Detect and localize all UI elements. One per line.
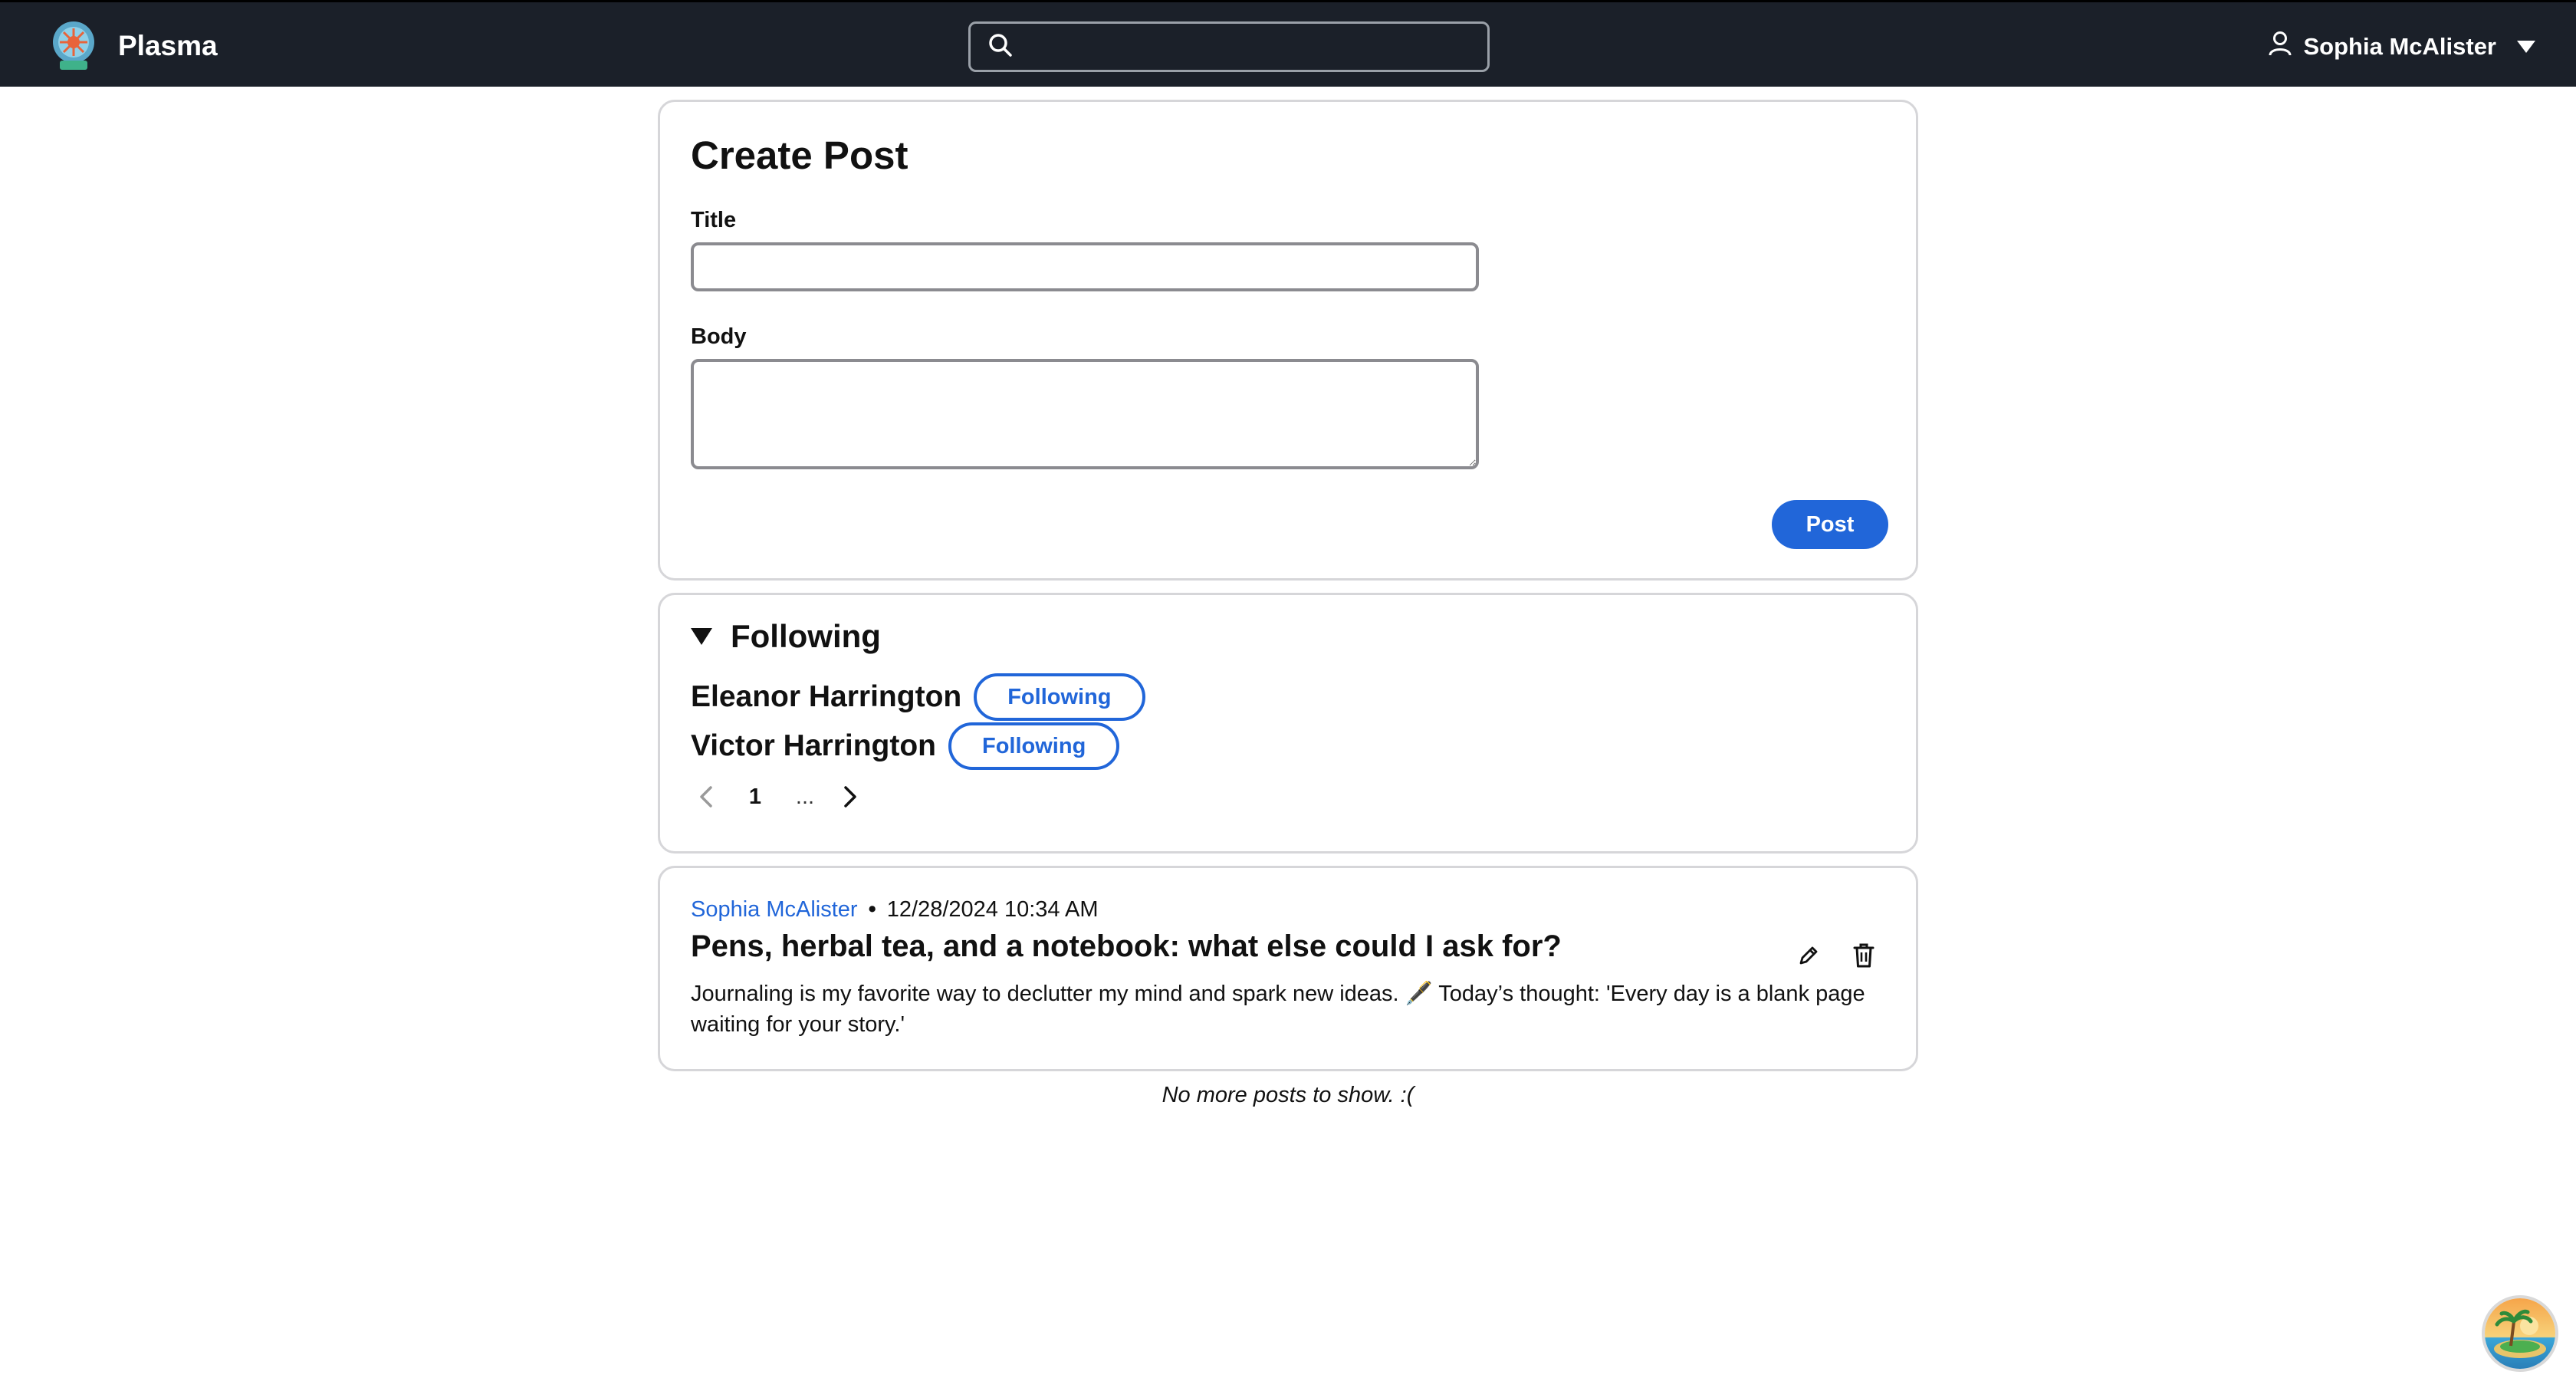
caret-down-icon	[2516, 33, 2536, 61]
following-card: Following Eleanor Harrington Following V…	[658, 593, 1918, 854]
feed-end-message: No more posts to show. :(	[1162, 1083, 1414, 1107]
following-row: Eleanor Harrington Following	[691, 673, 1145, 721]
post-meta: Sophia McAlister • 12/28/2024 10:34 AM	[691, 897, 1098, 923]
page-ellipsis: ...	[795, 784, 815, 809]
create-post-card: Create Post Title Body Post	[658, 100, 1918, 581]
user-icon	[2269, 31, 2292, 63]
post-body: Journaling is my favorite way to declutt…	[691, 982, 1865, 1037]
post-author-link[interactable]: Sophia McAlister	[691, 897, 858, 923]
trash-icon[interactable]	[1847, 939, 1881, 972]
user-menu[interactable]: Sophia McAlister	[2269, 25, 2537, 68]
following-row: Victor Harrington Following	[691, 722, 1120, 770]
island-avatar-icon[interactable]	[2482, 1295, 2558, 1372]
followed-user-name[interactable]: Eleanor Harrington	[691, 680, 961, 714]
following-button[interactable]: Following	[974, 673, 1145, 721]
following-toggle[interactable]: Following	[691, 618, 881, 655]
search-input[interactable]	[1024, 30, 1477, 64]
body-textarea[interactable]	[691, 359, 1479, 469]
pencil-icon[interactable]	[1792, 939, 1825, 972]
search-icon	[987, 32, 1014, 62]
following-button[interactable]: Following	[948, 722, 1120, 770]
brand[interactable]: Plasma	[49, 19, 218, 73]
following-heading: Following	[731, 618, 881, 654]
app-name: Plasma	[118, 30, 218, 61]
post-card: Sophia McAlister • 12/28/2024 10:34 AM P…	[658, 866, 1918, 1071]
chevron-left-icon[interactable]	[691, 780, 721, 814]
top-navbar: Plasma Sophia McAlister	[0, 0, 2576, 87]
title-label: Title	[691, 208, 737, 232]
body-label: Body	[691, 324, 747, 349]
search-bar[interactable]	[968, 21, 1490, 72]
followed-user-name[interactable]: Victor Harrington	[691, 729, 936, 763]
pagination: 1 ...	[691, 779, 866, 814]
post-button[interactable]: Post	[1772, 500, 1888, 549]
triangle-down-icon	[691, 628, 712, 645]
page-number[interactable]: 1	[748, 784, 763, 810]
meta-separator: •	[868, 897, 876, 922]
chevron-right-icon[interactable]	[835, 780, 866, 814]
post-timestamp: 12/28/2024 10:34 AM	[886, 897, 1099, 922]
title-input[interactable]	[691, 242, 1479, 291]
globe-logo-icon	[49, 21, 98, 71]
post-title: Pens, herbal tea, and a notebook: what e…	[691, 929, 1562, 963]
user-name: Sophia McAlister	[2303, 33, 2497, 60]
create-post-heading: Create Post	[691, 133, 909, 177]
